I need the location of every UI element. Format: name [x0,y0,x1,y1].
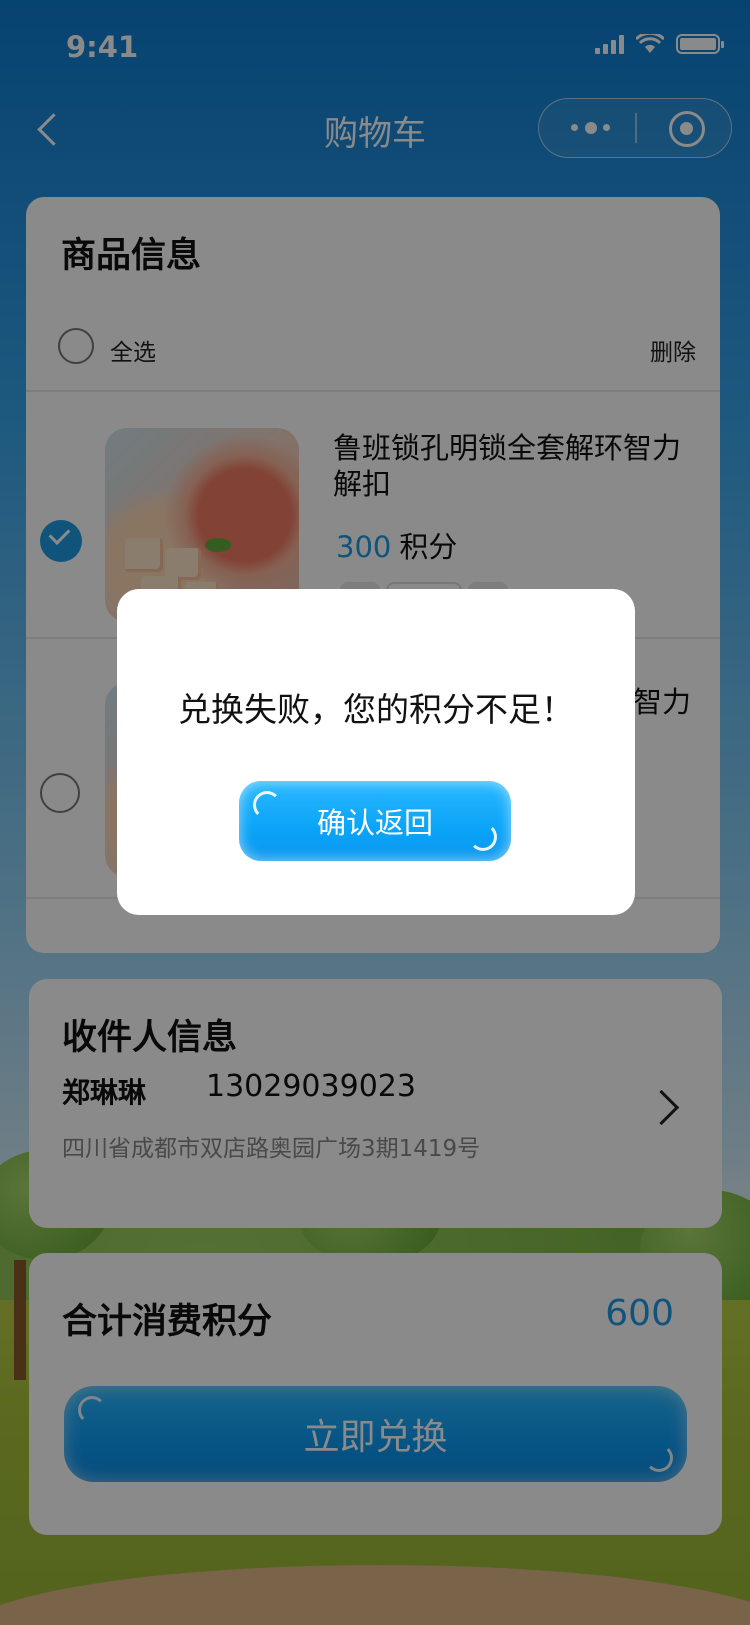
confirm-button-label: 确认返回 [316,806,433,840]
confirm-return-button[interactable]: 确认返回 [239,781,511,861]
dialog-message: 兑换失败，您的积分不足！ [178,690,574,729]
cart-page: 9:41 购物车 商品信息 全选 删除 鲁班锁孔明锁全套解环智力解扣 300 积… [0,0,750,1625]
button-gloss [253,791,281,819]
error-dialog: 兑换失败，您的积分不足！ 确认返回 [117,589,635,915]
button-gloss [469,823,497,851]
